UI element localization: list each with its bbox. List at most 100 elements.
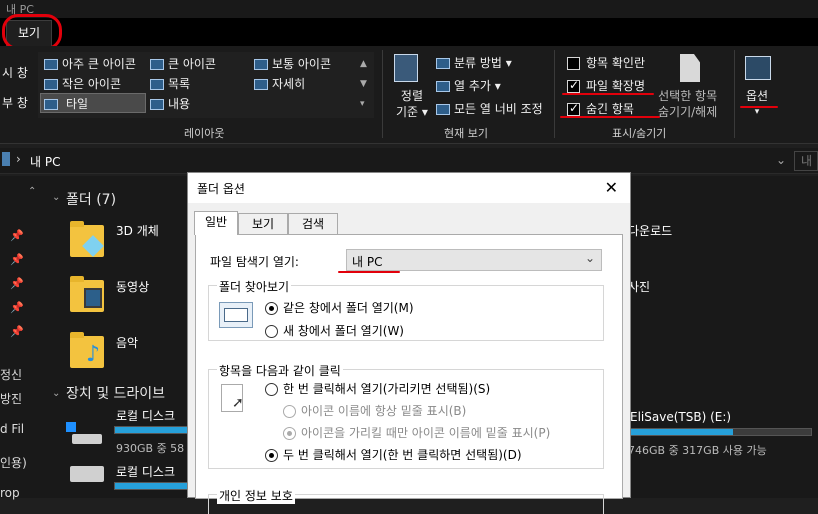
layout-tiles[interactable]: 타일 — [44, 95, 88, 112]
chevron-down-icon: ⌄ — [584, 251, 595, 265]
open-in-select[interactable]: 내 PC ⌄ — [346, 249, 602, 271]
address-bar[interactable]: › 내 PC ⌄ 내 — [0, 148, 818, 174]
hidden-items-checkbox[interactable] — [567, 101, 580, 116]
radio-button[interactable] — [283, 405, 296, 418]
general-tab-panel: 파일 탐색기 열기: 내 PC ⌄ 폴더 찾아보기 같은 창에서 폴더 열기(M… — [195, 234, 623, 514]
radio-single-click[interactable]: 한 번 클릭해서 열기(가리키면 선택됨)(S) — [265, 380, 490, 397]
tab-search[interactable]: 검색 — [288, 213, 338, 235]
add-column-icon — [436, 81, 450, 92]
fit-columns-button[interactable]: 모든 열 너비 조정 — [436, 100, 543, 117]
layout-medium-icons[interactable]: 보통 아이콘 — [254, 55, 331, 72]
radio-button[interactable] — [265, 325, 278, 338]
film-icon — [84, 288, 102, 308]
privacy-group: 개인 정보 보호 — [208, 487, 604, 514]
address-dropdown-icon[interactable]: ⌄ — [776, 153, 786, 167]
radio-double-click[interactable]: 두 번 클릭해서 열기(한 번 클릭하면 선택됨)(D) — [265, 446, 522, 463]
tab-view[interactable]: 보기 — [238, 213, 288, 235]
radio-button[interactable] — [265, 449, 278, 462]
sort-by-button[interactable]: 정렬 기준 ▾ — [396, 88, 428, 120]
ribbon-separator — [382, 50, 383, 138]
sort-by-icon — [394, 54, 418, 82]
annotation-circle-view — [2, 14, 62, 50]
ribbon-tab-bar — [0, 18, 818, 46]
window-frame-icon — [224, 308, 248, 322]
hide-selected-button[interactable]: 선택한 항목 숨기기/해제 — [658, 88, 717, 120]
folder-label: 3D 개체 — [116, 224, 159, 238]
large-icons-icon — [150, 59, 164, 70]
drive-c[interactable] — [66, 420, 102, 448]
drive-icon[interactable] — [70, 466, 104, 482]
nav-label-1[interactable]: 정신 — [0, 366, 22, 383]
sort-by-line2: 기준 ▾ — [396, 105, 428, 119]
layout-extra-large-icons[interactable]: 아주 큰 아이콘 — [44, 55, 136, 72]
group-by-icon — [436, 58, 450, 69]
item-checkboxes-checkbox[interactable] — [567, 57, 580, 70]
group-by-button[interactable]: 분류 방법 ▾ — [436, 54, 512, 71]
layout-content[interactable]: 내용 — [150, 95, 190, 112]
radio-button[interactable] — [283, 427, 296, 440]
browse-folders-legend: 폴더 찾아보기 — [217, 278, 292, 295]
open-in-value: 내 PC — [352, 255, 383, 269]
add-column-button[interactable]: 열 추가 ▾ — [436, 77, 501, 94]
drive-usage-bar — [114, 482, 188, 490]
folder-videos[interactable] — [70, 276, 104, 312]
ribbon-separator — [554, 50, 555, 138]
click-items-group: 항목을 다음과 같이 클릭 ➚ 한 번 클릭해서 열기(가리키면 선택됨)(S)… — [208, 362, 604, 469]
dialog-title-bar: 폴더 옵션 ✕ — [188, 173, 630, 203]
folder-options-dialog: 폴더 옵션 ✕ 일반 보기 검색 파일 탐색기 열기: 내 PC ⌄ 폴더 찾아… — [187, 172, 631, 514]
navigation-pane: ⌃ 📌 📌 📌 📌 📌 정신 방진 d Fil 인용) rop — [0, 176, 48, 500]
list-icon — [150, 79, 164, 90]
folders-header: 폴더 (7) — [66, 192, 117, 208]
fit-columns-icon — [436, 104, 450, 115]
usb-usage-fill — [629, 429, 733, 435]
folder-3d-objects[interactable] — [70, 221, 104, 257]
annotation-underline-open-in — [338, 271, 400, 273]
ribbon-separator — [734, 50, 735, 138]
nav-pane-label[interactable]: 시 창 — [2, 64, 28, 81]
folder-music[interactable]: ♪ — [70, 332, 104, 368]
item-checkboxes-toggle[interactable]: 항목 확인란 — [567, 54, 645, 71]
click-items-legend: 항목을 다음과 같이 클릭 — [217, 362, 343, 379]
file-extensions-checkbox[interactable] — [567, 78, 580, 93]
radio-new-window[interactable]: 새 창에서 폴더 열기(W) — [265, 322, 404, 339]
nav-label-2[interactable]: 방진 — [0, 390, 22, 407]
annotation-underline-hidden — [560, 116, 660, 118]
usb-usage-bar — [628, 428, 812, 436]
search-box[interactable]: 내 — [794, 151, 818, 171]
layout-large-icons[interactable]: 큰 아이콘 — [150, 55, 216, 72]
options-button[interactable]: 옵션 ▾ — [746, 88, 768, 120]
tab-general[interactable]: 일반 — [194, 211, 238, 235]
hidden-items-toggle[interactable]: 숨긴 항목 — [567, 100, 634, 117]
radio-button[interactable] — [265, 383, 278, 396]
layout-details[interactable]: 자세히 — [254, 75, 305, 92]
title-bar: 내 PC — [0, 0, 818, 18]
radio-same-window[interactable]: 같은 창에서 폴더 열기(M) — [265, 299, 414, 316]
drive-usage-bar — [114, 426, 188, 434]
gallery-scroll-arrows[interactable]: ▲ ▼ ▾ — [360, 54, 367, 114]
nav-collapse-icon[interactable]: ⌃ — [28, 186, 36, 197]
ribbon: 시 창 부 창 아주 큰 아이콘 큰 아이콘 보통 아이콘 작은 아이콘 목록 … — [0, 46, 818, 144]
layout-list[interactable]: 목록 — [150, 75, 190, 92]
annotation-underline-options — [740, 106, 778, 108]
layout-group-label: 레이아웃 — [184, 127, 225, 140]
drives-expand-icon[interactable]: ⌄ — [52, 388, 60, 399]
right-folder-label[interactable]: 다운로드 — [628, 222, 672, 239]
nav-label-3[interactable]: d Fil — [0, 422, 24, 436]
current-view-group-label: 현재 보기 — [444, 127, 488, 140]
browse-folders-group: 폴더 찾아보기 같은 창에서 폴더 열기(M) 새 창에서 폴더 열기(W) — [208, 278, 604, 341]
windows-logo-icon — [66, 422, 76, 432]
usb-drive-name[interactable]: EliSave(TSB) (E:) — [630, 410, 731, 424]
radio-underline-hover[interactable]: 아이콘을 가리킬 때만 아이콘 이름에 밑줄 표시(P) — [283, 424, 550, 441]
radio-underline-always[interactable]: 아이콘 이름에 항상 밑줄 표시(B) — [283, 402, 466, 419]
preview-pane-label[interactable]: 부 창 — [2, 94, 28, 111]
close-icon[interactable]: ✕ — [605, 178, 618, 197]
breadcrumb[interactable]: 내 PC — [30, 153, 60, 170]
file-extensions-toggle[interactable]: 파일 확장명 — [567, 77, 645, 94]
nav-label-4[interactable]: 인용) — [0, 454, 27, 471]
radio-button[interactable] — [265, 302, 278, 315]
drives-header: 장치 및 드라이브 — [66, 386, 166, 402]
drive-name: 로컬 디스크 — [116, 409, 176, 423]
right-folder-label[interactable]: 사진 — [628, 278, 650, 295]
layout-small-icons[interactable]: 작은 아이콘 — [44, 75, 121, 92]
folders-expand-icon[interactable]: ⌄ — [52, 192, 60, 203]
